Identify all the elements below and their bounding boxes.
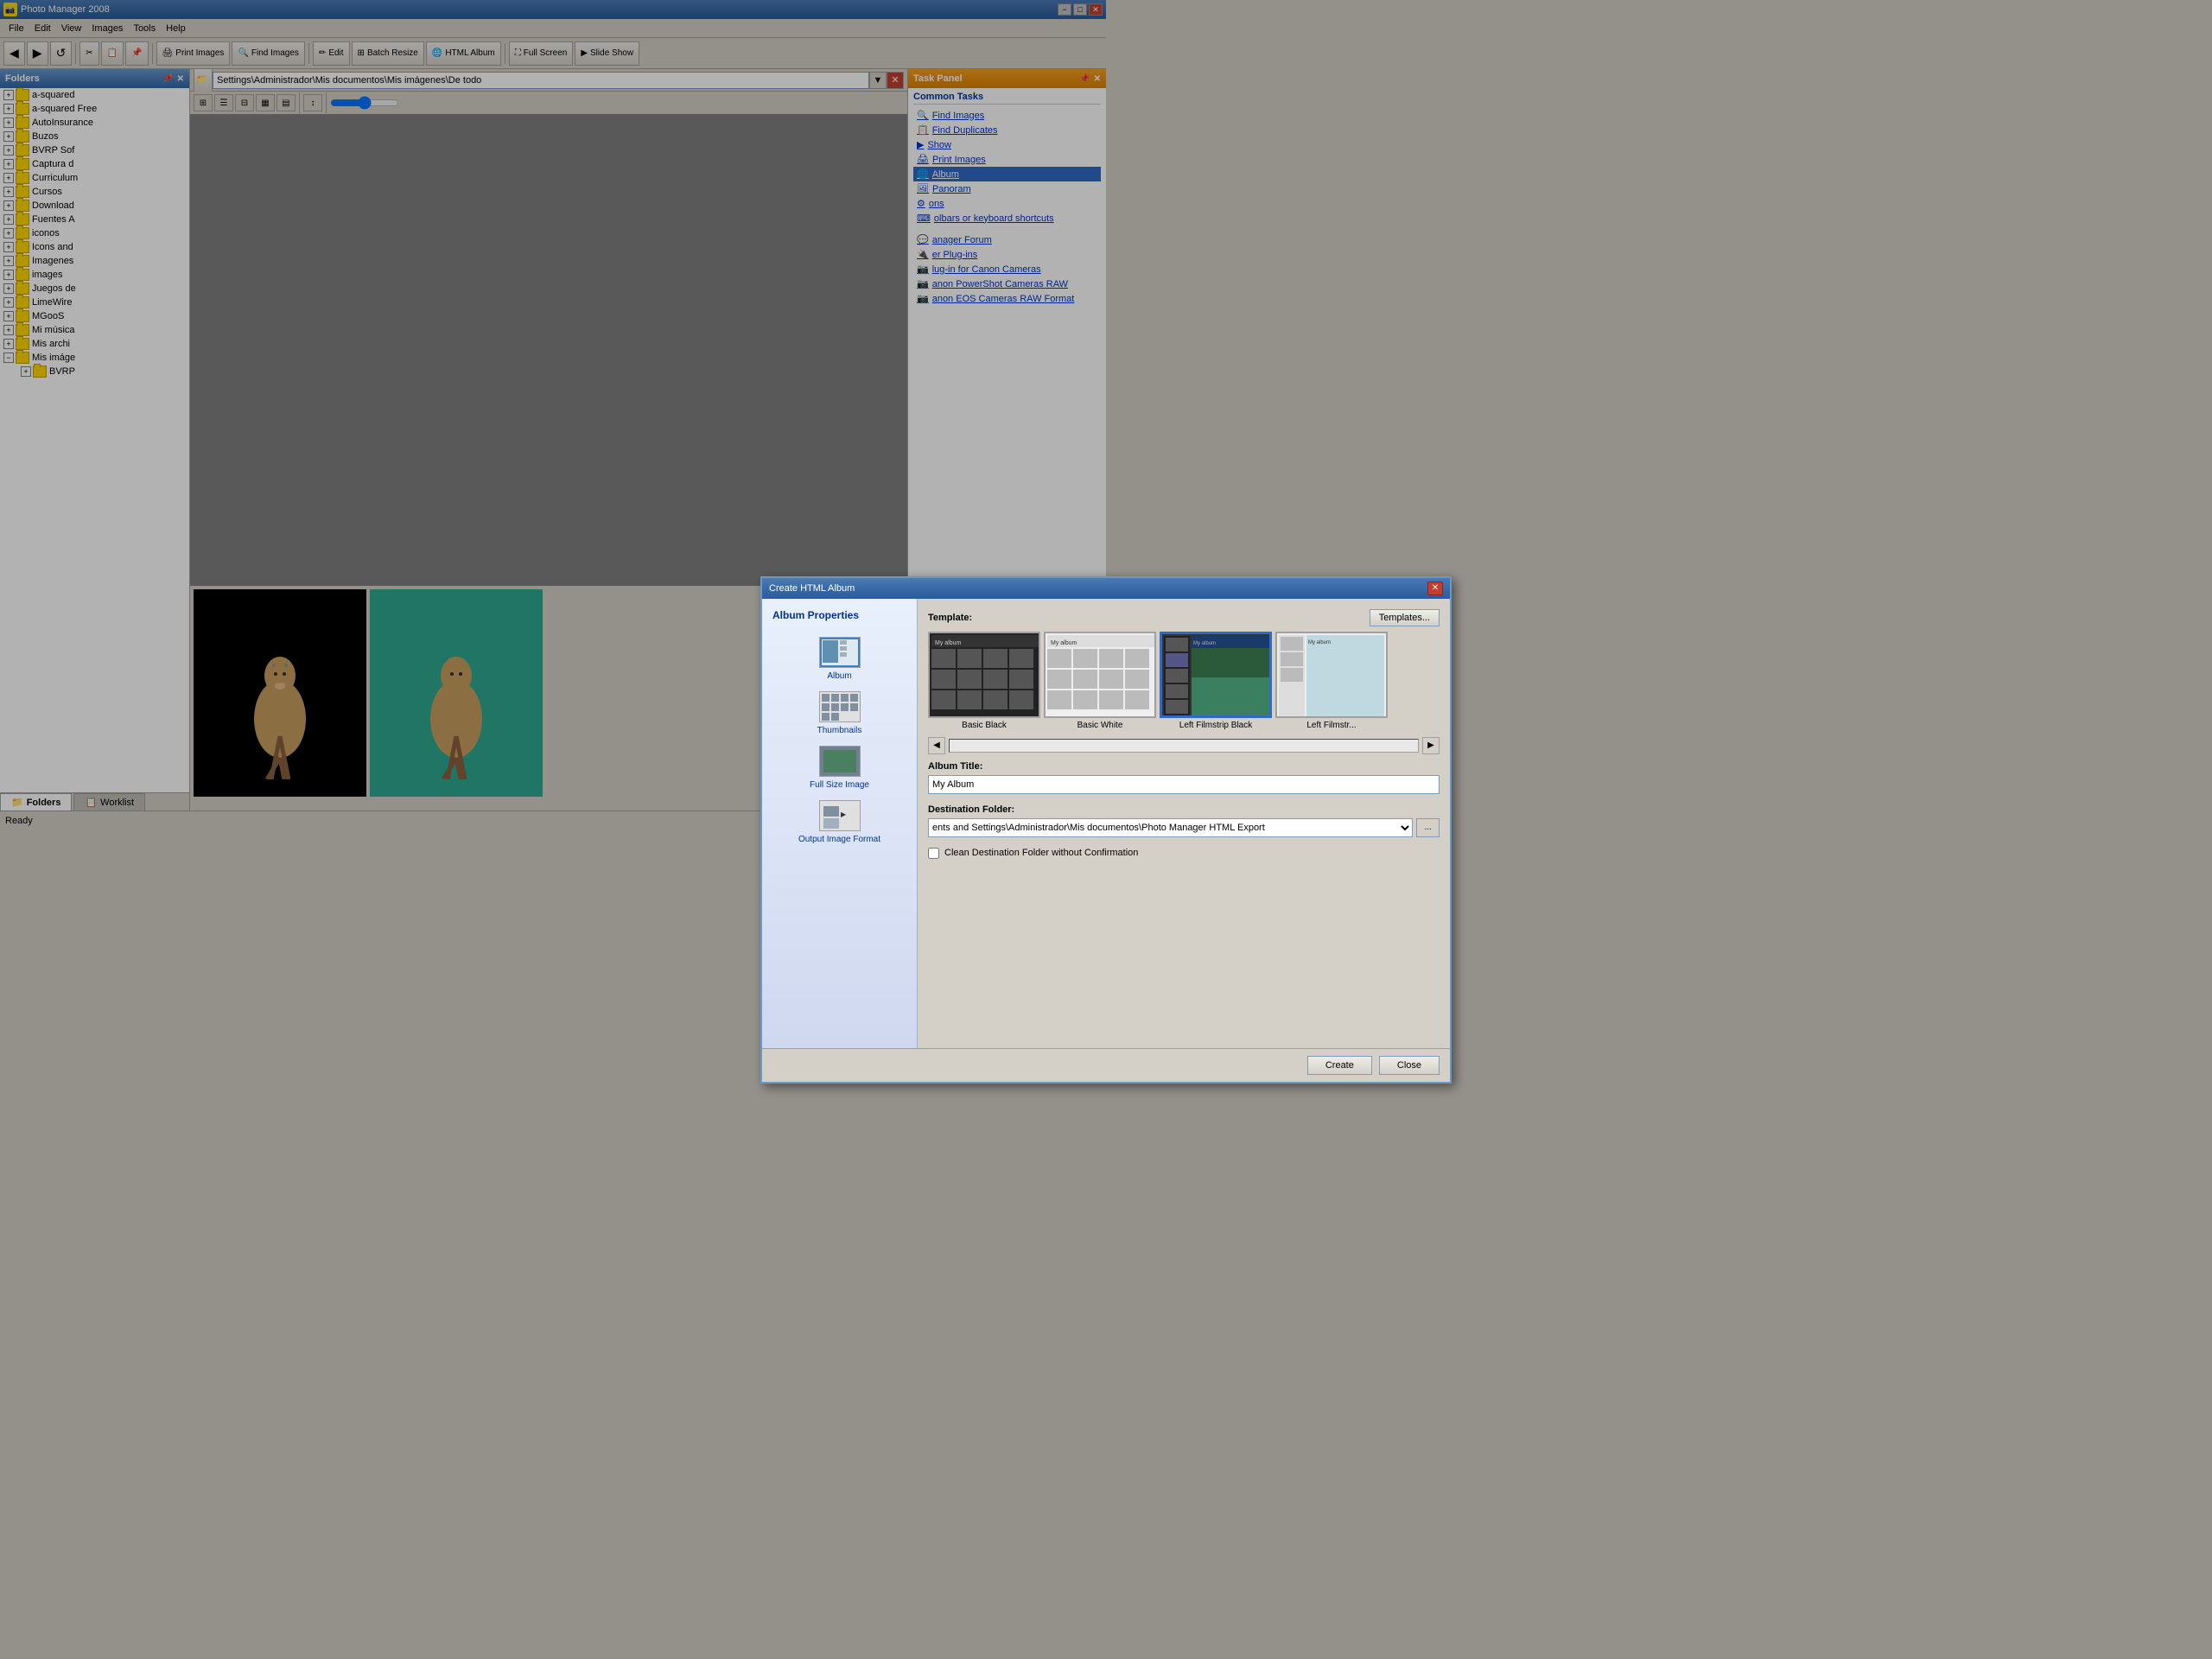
destination-folder-row: Destination Folder: ents and Settings\Ad…	[928, 804, 1106, 830]
scroll-track[interactable]	[949, 739, 1106, 753]
full-size-nav-thumb	[819, 746, 861, 777]
basic-white-label: Basic White	[1077, 721, 1106, 730]
thumbnails-nav-thumb	[819, 691, 861, 722]
album-nav-thumb	[819, 637, 861, 668]
album-properties-title: Album Properties	[766, 606, 913, 625]
modal-overlay: Create HTML Album ✕ Album Properties	[0, 0, 1106, 830]
destination-input-row: ents and Settings\Administrador\Mis docu…	[928, 818, 1106, 830]
basic-white-svg: My album	[1046, 633, 1106, 718]
svg-text:My album: My album	[1051, 640, 1077, 646]
modal-nav: Album Properties A	[762, 599, 918, 830]
destination-label: Destination Folder:	[928, 804, 1106, 815]
scroll-left-button[interactable]: ◀	[928, 737, 945, 754]
output-nav-thumb: ▶	[819, 800, 861, 830]
modal-titlebar: Create HTML Album ✕	[762, 578, 1106, 599]
nav-album[interactable]: Album	[766, 632, 913, 686]
template-label: Template:	[928, 613, 972, 623]
thumbnails-thumb-svg	[820, 692, 860, 721]
modal-content: Template: Templates... My album	[918, 599, 1106, 830]
destination-select[interactable]: ents and Settings\Administrador\Mis docu…	[928, 818, 1106, 830]
modal-body: Album Properties A	[762, 599, 1106, 830]
album-thumb-svg	[820, 638, 860, 667]
basic-black-thumb: My album	[928, 632, 1040, 718]
album-title-row: Album Title:	[928, 761, 1106, 794]
template-scroll-row: ◀ ▶	[928, 737, 1106, 754]
modal-title: Create HTML Album	[769, 583, 855, 594]
svg-text:▶: ▶	[841, 810, 847, 818]
full-size-thumb-svg	[820, 747, 860, 776]
album-title-label: Album Title:	[928, 761, 1106, 772]
nav-full-size[interactable]: Full Size Image	[766, 741, 913, 795]
template-basic-white[interactable]: My album	[1044, 632, 1106, 730]
basic-white-thumb: My album	[1044, 632, 1106, 718]
template-grid: My album	[928, 632, 1106, 730]
nav-thumbnails-label: Thumbnails	[817, 726, 862, 735]
basic-black-svg: My album	[930, 633, 1040, 718]
output-thumb-svg: ▶	[820, 801, 860, 830]
nav-output-format[interactable]: ▶ Output Image Format	[766, 795, 913, 830]
nav-full-size-label: Full Size Image	[810, 780, 869, 790]
nav-album-label: Album	[827, 671, 851, 681]
template-section: Template: Templates... My album	[928, 609, 1106, 754]
album-title-input[interactable]	[928, 775, 1106, 794]
svg-text:My album: My album	[935, 640, 962, 646]
template-basic-black[interactable]: My album	[928, 632, 1040, 730]
main-window: 📷 Photo Manager 2008 − □ ✕ File Edit Vie…	[0, 0, 1106, 830]
create-html-album-dialog: Create HTML Album ✕ Album Properties	[760, 576, 1106, 830]
basic-black-label: Basic Black	[962, 721, 1007, 730]
nav-thumbnails[interactable]: Thumbnails	[766, 686, 913, 741]
